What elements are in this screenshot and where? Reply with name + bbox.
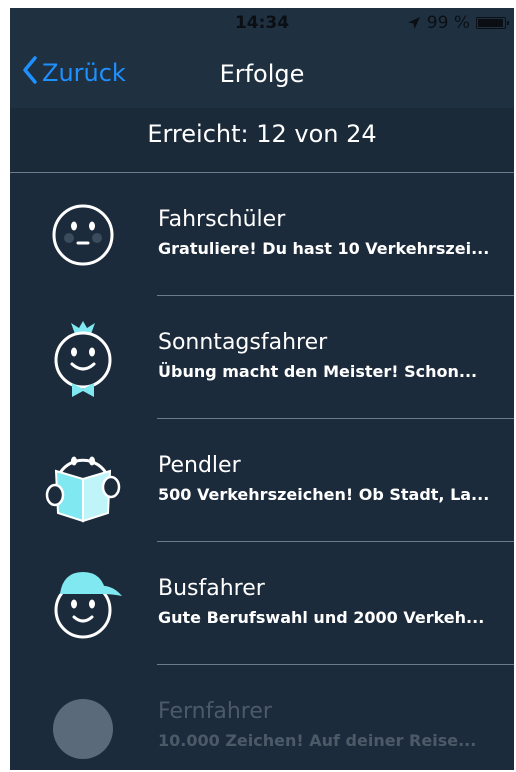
summary-text: Erreicht: 12 von 24 bbox=[147, 120, 377, 148]
battery-icon bbox=[476, 17, 509, 29]
achievement-title: Sonntagsfahrer bbox=[158, 330, 328, 355]
battery-percent: 99 % bbox=[426, 13, 470, 33]
achievement-subtitle: Gute Berufswahl und 2000 Verkeh... bbox=[158, 608, 485, 627]
achievement-summary: Erreicht: 12 von 24 bbox=[10, 108, 514, 173]
app-screen: 14:34 99 % Zurück Erfolge Erreicht: 12 v… bbox=[10, 8, 514, 770]
list-item[interactable]: Fernfahrer 10.000 Zeichen! Auf deiner Re… bbox=[10, 665, 514, 770]
page-title: Erfolge bbox=[219, 60, 305, 88]
blushing-face-icon bbox=[38, 193, 128, 277]
battery-level bbox=[478, 19, 503, 27]
locked-circle-icon bbox=[38, 685, 128, 769]
achievement-title: Busfahrer bbox=[158, 576, 265, 601]
list-item[interactable]: Busfahrer Gute Berufswahl und 2000 Verke… bbox=[10, 542, 514, 665]
achievement-title: Fernfahrer bbox=[158, 699, 272, 724]
achievement-subtitle: 10.000 Zeichen! Auf deiner Reise... bbox=[158, 731, 477, 750]
achievement-subtitle: 500 Verkehrszeichen! Ob Stadt, La... bbox=[158, 485, 490, 504]
status-right: 99 % bbox=[407, 13, 509, 33]
achievement-subtitle: Übung macht den Meister! Schon... bbox=[158, 362, 478, 381]
list-item[interactable]: Sonntagsfahrer Übung macht den Meister! … bbox=[10, 296, 514, 419]
newspaper-face-icon bbox=[38, 439, 128, 523]
achievement-title: Pendler bbox=[158, 453, 241, 478]
navigation-bar: Zurück Erfolge bbox=[10, 38, 514, 108]
bowtie-face-icon bbox=[38, 316, 128, 400]
cap-face-icon bbox=[38, 562, 128, 646]
list-item[interactable]: Pendler 500 Verkehrszeichen! Ob Stadt, L… bbox=[10, 419, 514, 542]
achievement-subtitle: Gratuliere! Du hast 10 Verkehrszei... bbox=[158, 239, 490, 258]
achievement-list[interactable]: Fahrschüler Gratuliere! Du hast 10 Verke… bbox=[10, 173, 514, 770]
status-bar: 14:34 99 % bbox=[10, 8, 514, 38]
location-arrow-icon bbox=[407, 16, 421, 30]
achievement-title: Fahrschüler bbox=[158, 207, 286, 232]
list-item[interactable]: Fahrschüler Gratuliere! Du hast 10 Verke… bbox=[10, 173, 514, 296]
